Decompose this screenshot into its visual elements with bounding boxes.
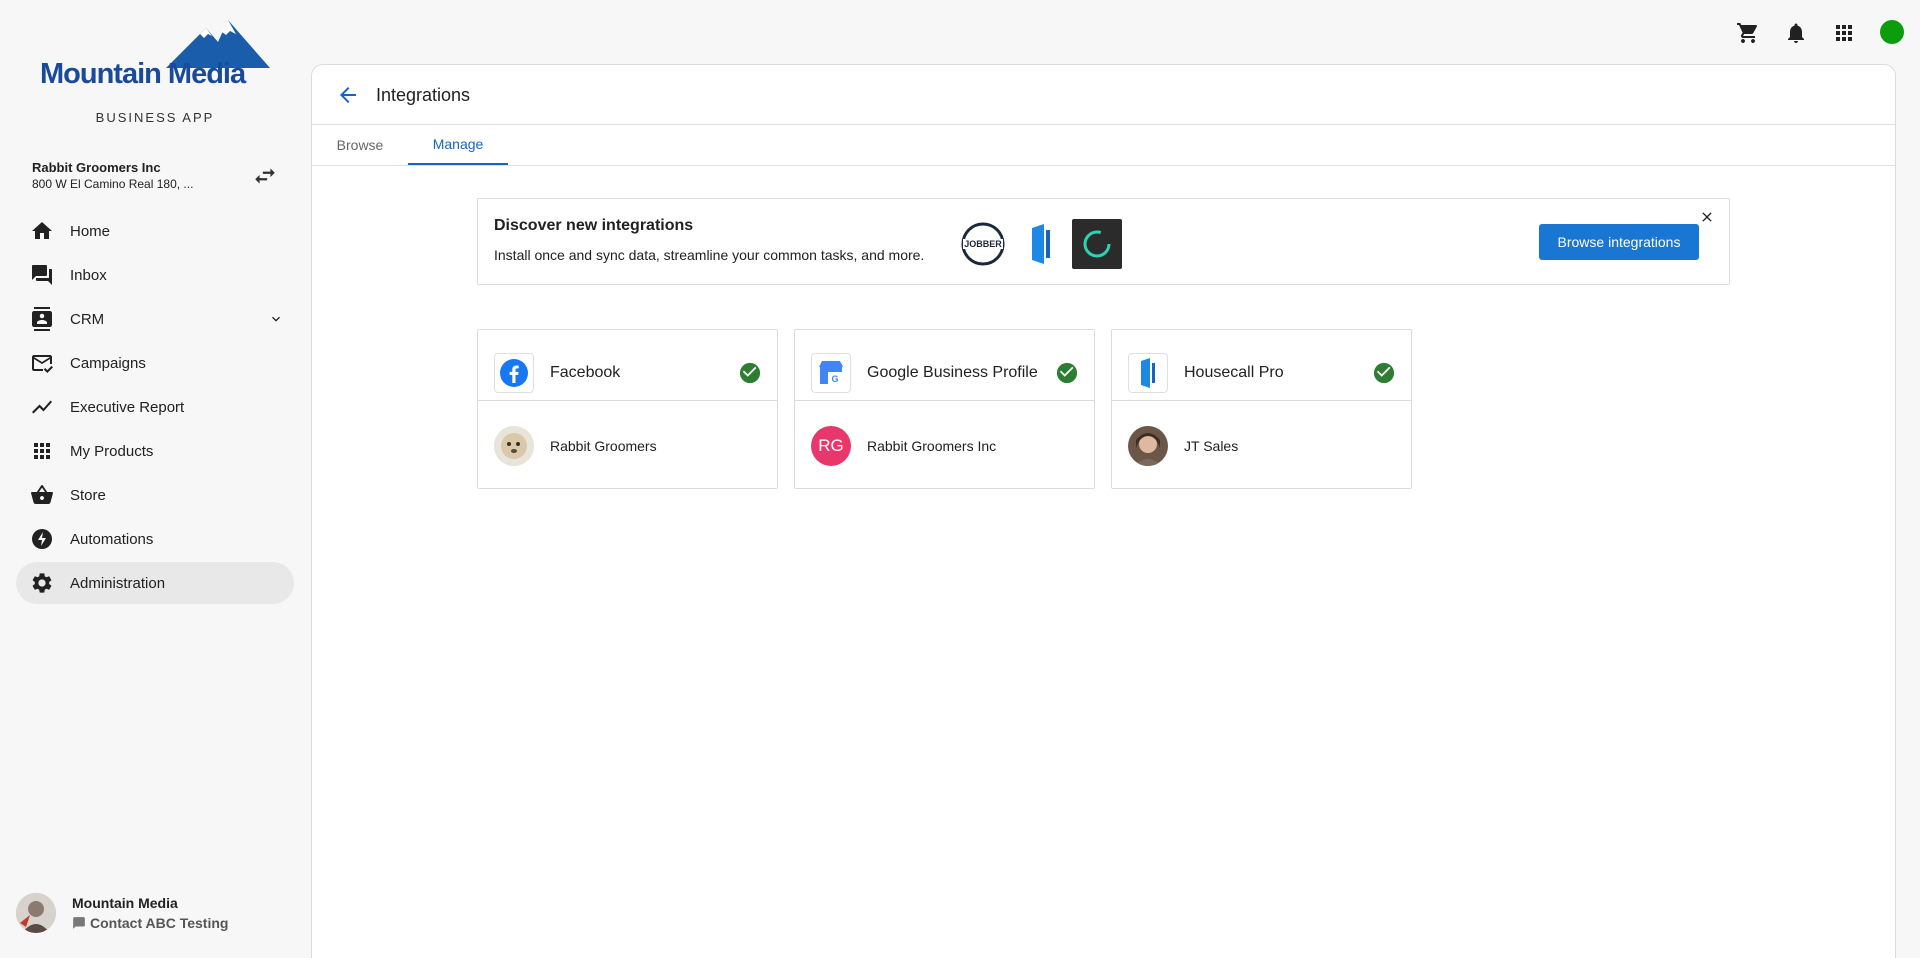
svg-text:G: G xyxy=(831,374,838,384)
bell-icon[interactable] xyxy=(1783,20,1809,46)
sidebar-item-my-products[interactable]: My Products xyxy=(16,430,294,472)
bolt-icon xyxy=(30,527,54,551)
contact-link[interactable]: Contact ABC Testing xyxy=(72,915,228,931)
user-name: Mountain Media xyxy=(72,895,178,911)
sidebar-item-crm[interactable]: CRM xyxy=(16,298,294,340)
jobber-logo: JOBBER xyxy=(958,219,1008,269)
sidebar-item-home[interactable]: Home xyxy=(16,210,294,252)
user-profile[interactable]: Mountain Media Contact ABC Testing xyxy=(16,893,296,937)
facebook-icon xyxy=(494,353,534,393)
account-address: 800 W El Camino Real 180, ... xyxy=(32,177,194,191)
sidebar-item-label: CRM xyxy=(70,310,105,328)
google-business-icon: G xyxy=(811,353,851,393)
basket-icon xyxy=(30,483,54,507)
sidebar: Mountain Media BUSINESS APP Rabbit Groom… xyxy=(0,0,310,958)
sidebar-item-administration[interactable]: Administration xyxy=(16,562,294,604)
sidebar-item-label: Administration xyxy=(70,574,166,592)
connected-check-icon xyxy=(1373,362,1395,384)
account-name: Rabbit Groomers Inc xyxy=(867,438,997,454)
logo-text: Mountain Media xyxy=(40,58,246,90)
swap-account-icon[interactable] xyxy=(252,163,278,189)
back-arrow-icon[interactable] xyxy=(336,83,360,107)
main-panel: Integrations Browse Manage Discover new … xyxy=(311,64,1896,958)
page-title: Integrations xyxy=(376,85,471,105)
account-name: JT Sales xyxy=(1184,438,1239,454)
integration-name: Housecall Pro xyxy=(1184,364,1284,381)
housecall-pro-logo xyxy=(1016,219,1066,269)
apps-icon[interactable] xyxy=(1831,20,1857,46)
close-icon[interactable] xyxy=(1699,209,1715,225)
sidebar-item-label: Inbox xyxy=(70,266,107,284)
account-name: Rabbit Groomers Inc xyxy=(32,160,161,175)
discover-banner: Discover new integrations Install once a… xyxy=(477,198,1730,285)
housecall-pro-icon xyxy=(1128,353,1168,393)
card-header: G Google Business Profile xyxy=(795,330,1094,401)
chat-icon xyxy=(73,917,85,929)
sidebar-item-store[interactable]: Store xyxy=(16,474,294,516)
home-icon xyxy=(30,219,54,243)
sidebar-item-label: Campaigns xyxy=(70,354,146,372)
trending-icon xyxy=(30,395,54,419)
integration-card-facebook[interactable]: Facebook Rabbit Groomers xyxy=(477,329,778,489)
avatar xyxy=(1128,426,1168,466)
avatar xyxy=(494,426,534,466)
card-account: JT Sales xyxy=(1112,402,1411,488)
integration-name: Facebook xyxy=(550,364,621,381)
banner-title: Discover new integrations xyxy=(494,217,694,234)
sidebar-item-label: Store xyxy=(70,486,106,504)
tab-bar: Browse Manage xyxy=(312,125,1895,166)
page-header: Integrations xyxy=(312,65,1895,125)
card-header: Facebook xyxy=(478,330,777,401)
chevron-down-icon[interactable] xyxy=(268,311,284,327)
sidebar-nav: Home Inbox CRM Campaigns Executive Repor… xyxy=(16,210,294,606)
avatar xyxy=(16,893,56,933)
sidebar-item-automations[interactable]: Automations xyxy=(16,518,294,560)
connected-check-icon xyxy=(1056,362,1078,384)
status-indicator[interactable] xyxy=(1880,20,1904,44)
brand-logo[interactable]: Mountain Media xyxy=(38,20,270,90)
card-header: Housecall Pro xyxy=(1112,330,1411,401)
campaigns-icon xyxy=(30,351,54,375)
sidebar-item-executive-report[interactable]: Executive Report xyxy=(16,386,294,428)
connected-check-icon xyxy=(739,362,761,384)
tab-browse[interactable]: Browse xyxy=(312,125,408,165)
app-label: BUSINESS APP xyxy=(95,110,215,125)
inbox-icon xyxy=(30,263,54,287)
integration-name: Google Business Profile xyxy=(867,364,1038,381)
cart-icon[interactable] xyxy=(1735,20,1761,46)
account-name: Rabbit Groomers xyxy=(550,438,657,454)
sidebar-item-campaigns[interactable]: Campaigns xyxy=(16,342,294,384)
card-account: RG Rabbit Groomers Inc xyxy=(795,402,1094,488)
integration-card-google-business-profile[interactable]: G Google Business Profile RG Rabbit Groo… xyxy=(794,329,1095,489)
grid-icon xyxy=(30,439,54,463)
contacts-icon xyxy=(30,307,54,331)
sidebar-item-label: Executive Report xyxy=(70,398,185,416)
circle-app-logo xyxy=(1072,219,1122,269)
jobber-logo-text: JOBBER xyxy=(964,239,1002,249)
sidebar-item-label: Automations xyxy=(70,530,154,548)
sidebar-item-inbox[interactable]: Inbox xyxy=(16,254,294,296)
card-account: Rabbit Groomers xyxy=(478,402,777,488)
avatar: RG xyxy=(811,426,851,466)
gear-icon xyxy=(30,571,54,595)
integration-card-housecall-pro[interactable]: Housecall Pro JT Sales xyxy=(1111,329,1412,489)
banner-description: Install once and sync data, streamline y… xyxy=(494,247,925,263)
browse-integrations-button[interactable]: Browse integrations xyxy=(1539,224,1699,260)
sidebar-item-label: Home xyxy=(70,222,111,240)
tab-manage[interactable]: Manage xyxy=(408,125,508,165)
contact-label: Contact ABC Testing xyxy=(90,915,229,931)
sidebar-item-label: My Products xyxy=(70,442,154,460)
account-info: Rabbit Groomers Inc 800 W El Camino Real… xyxy=(32,160,212,191)
